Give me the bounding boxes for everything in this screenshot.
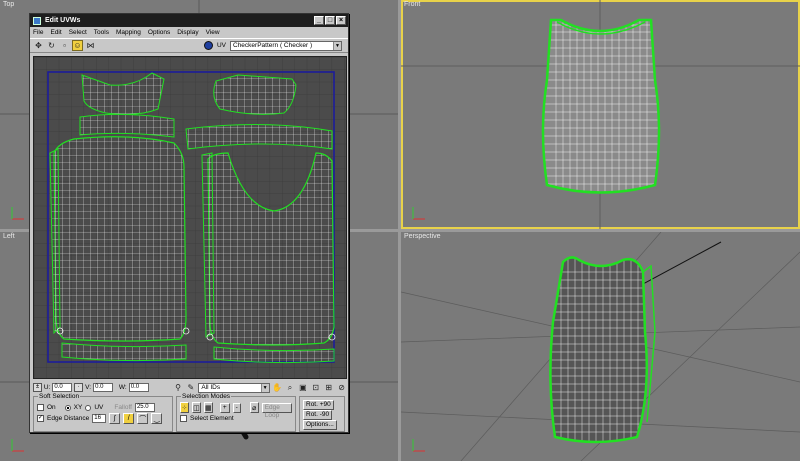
viewport-label-perspective[interactable]: Perspective xyxy=(404,233,441,240)
menu-options[interactable]: Options xyxy=(148,29,170,36)
mirror-icon[interactable]: ⋈ xyxy=(85,40,96,51)
menu-mapping[interactable]: Mapping xyxy=(116,29,141,36)
soft-selection-on-label: On xyxy=(47,404,56,411)
grow-selection-button[interactable]: + xyxy=(219,402,230,413)
menu-select[interactable]: Select xyxy=(69,29,87,36)
axis-gizmo-icon xyxy=(11,439,24,452)
globe-icon[interactable] xyxy=(203,41,213,50)
zoom-icon[interactable]: ⌕ xyxy=(285,382,296,393)
viewport-front[interactable]: Front xyxy=(401,0,800,229)
menu-view[interactable]: View xyxy=(206,29,220,36)
menu-bar: File Edit Select Tools Mapping Options D… xyxy=(30,27,348,38)
app-icon xyxy=(33,16,41,25)
paint-select-icon[interactable]: ✎ xyxy=(185,382,196,393)
menu-display[interactable]: Display xyxy=(177,29,198,36)
falloff-fast-icon[interactable]: ‿ xyxy=(151,413,163,424)
face-mode-icon[interactable]: ▦ xyxy=(203,402,213,413)
viewport-label-top[interactable]: Top xyxy=(3,1,14,8)
soft-selection-title: Soft Selection xyxy=(38,393,81,400)
front-view-model xyxy=(401,0,800,229)
viewport-label-front[interactable]: Front xyxy=(404,1,420,8)
falloff-field[interactable]: 25.0 xyxy=(134,403,155,412)
material-id-value: All IDs xyxy=(201,383,221,391)
falloff-label: Falloff xyxy=(114,404,132,411)
chevron-down-icon: ▼ xyxy=(260,383,269,392)
uv-layout xyxy=(34,57,346,378)
filter-icon[interactable]: ⊘ xyxy=(336,382,347,393)
axis-gizmo-icon xyxy=(11,207,24,220)
perspective-view-model xyxy=(401,232,800,461)
uv-radio-label: UV xyxy=(94,404,104,411)
soft-selection-group: Soft Selection On XY UV Falloff 25.0 ✓ E… xyxy=(33,393,173,432)
ring-select-icon[interactable]: ⌀ xyxy=(249,402,259,413)
falloff-slow-icon[interactable]: ⌒ xyxy=(137,413,149,424)
uvw-toolbar: ✥ ↻ ▫ ☺ ⋈ UV CheckerPattern ( Checker ) … xyxy=(30,38,348,53)
uvw-options-panel: Soft Selection On XY UV Falloff 25.0 ✓ E… xyxy=(33,393,347,432)
rotate-icon[interactable]: ↻ xyxy=(46,40,57,51)
selection-modes-title: Selection Modes xyxy=(181,393,232,400)
close-button[interactable]: × xyxy=(336,16,346,25)
grid-snap-icon[interactable]: ⊞ xyxy=(323,382,334,393)
move-icon[interactable]: ✥ xyxy=(33,40,44,51)
axis-gizmo-icon xyxy=(412,439,425,452)
soft-selection-on-checkbox[interactable] xyxy=(37,404,44,411)
axis-gizmo-icon xyxy=(412,207,425,220)
material-id-dropdown[interactable]: All IDs ▼ xyxy=(198,382,270,393)
window-titlebar[interactable]: Edit UVWs _ □ × xyxy=(30,14,348,27)
u-coordinate-field[interactable]: 0.0 xyxy=(52,383,73,392)
viewport-perspective[interactable]: Perspective xyxy=(401,232,800,461)
w-label: W: xyxy=(118,384,127,391)
u-lock-icon[interactable]: · xyxy=(74,383,84,392)
edge-loop-button[interactable]: Edge Loop xyxy=(261,402,292,419)
freeform-icon[interactable]: ☺ xyxy=(72,40,83,51)
options-button[interactable]: Options... xyxy=(303,420,337,430)
minimize-button[interactable]: _ xyxy=(314,16,324,25)
edge-distance-checkbox[interactable]: ✓ xyxy=(37,415,44,422)
rotate-minus-90-button[interactable]: Rot. -90 xyxy=(303,410,333,420)
menu-edit[interactable]: Edit xyxy=(50,29,61,36)
zoom-region-icon[interactable]: ▣ xyxy=(297,382,308,393)
maximize-button[interactable]: □ xyxy=(325,16,335,25)
chevron-down-icon: ▼ xyxy=(333,41,341,50)
uv-radio[interactable] xyxy=(85,404,92,411)
v-label: V: xyxy=(85,384,92,391)
w-coordinate-field[interactable]: 0.0 xyxy=(128,383,149,392)
v-coordinate-field[interactable]: 0.0 xyxy=(93,383,113,392)
selection-modes-group: Selection Modes ⁘ ◫ ▦ + - ⌀ Edge Loop Se… xyxy=(176,393,296,432)
absolute-relative-icon[interactable]: ± xyxy=(33,383,42,392)
edge-distance-field[interactable]: 16 xyxy=(92,414,107,423)
xy-radio[interactable] xyxy=(64,404,71,411)
xy-label: XY xyxy=(73,404,83,411)
window-title: Edit UVWs xyxy=(45,17,81,24)
rotation-group: Rot. +90 Rot. -90 Options... xyxy=(299,396,345,432)
vertex-mode-icon[interactable]: ⁘ xyxy=(180,402,189,413)
shrink-selection-button[interactable]: - xyxy=(232,402,241,413)
edit-uvws-window: Edit UVWs _ □ × File Edit Select Tools M… xyxy=(29,13,349,433)
menu-tools[interactable]: Tools xyxy=(94,29,109,36)
rotate-plus-90-button[interactable]: Rot. +90 xyxy=(303,399,334,410)
select-element-checkbox[interactable] xyxy=(180,415,187,422)
texture-dropdown-value: CheckerPattern ( Checker ) xyxy=(233,41,313,49)
u-label: U: xyxy=(43,384,51,391)
edge-mode-icon[interactable]: ◫ xyxy=(191,402,201,413)
scale-icon[interactable]: ▫ xyxy=(59,40,70,51)
uv-editor-canvas[interactable] xyxy=(33,56,347,379)
texture-dropdown[interactable]: CheckerPattern ( Checker ) ▼ xyxy=(230,40,342,51)
falloff-linear-icon[interactable]: / xyxy=(123,413,135,424)
falloff-smooth-icon[interactable]: ∫ xyxy=(109,413,121,424)
pan-icon[interactable]: ✋ xyxy=(272,382,283,393)
menu-file[interactable]: File xyxy=(33,29,43,36)
select-element-label: Select Element xyxy=(190,415,234,422)
lock-selection-icon[interactable]: ⚲ xyxy=(173,382,184,393)
viewport-label-left[interactable]: Left xyxy=(3,233,15,240)
uv-mode-label[interactable]: UV xyxy=(217,42,226,49)
edge-distance-label: Edge Distance xyxy=(47,415,90,422)
zoom-extents-icon[interactable]: ⊡ xyxy=(310,382,321,393)
